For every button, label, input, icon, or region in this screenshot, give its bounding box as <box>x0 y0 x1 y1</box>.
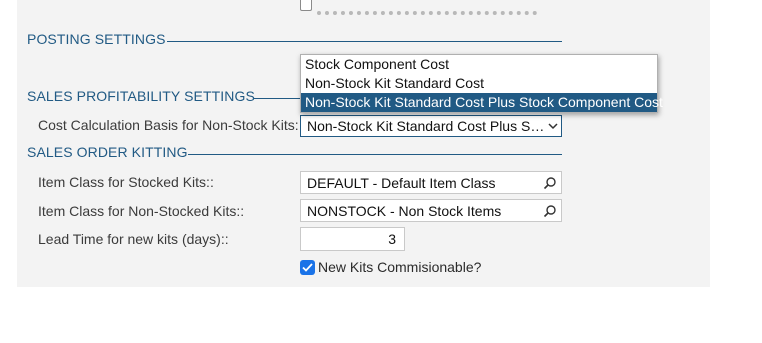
section-divider-posting <box>167 41 562 42</box>
dropdown-option-selected[interactable]: Non-Stock Kit Standard Cost Plus Stock C… <box>301 93 663 112</box>
chevron-down-icon[interactable] <box>545 122 561 130</box>
section-header-sales-profitability: SALES PROFITABILITY SETTINGS <box>27 88 255 104</box>
lead-time-value: 3 <box>388 231 396 247</box>
commissionable-checkbox[interactable] <box>300 260 315 275</box>
cropped-checkbox[interactable] <box>300 0 312 11</box>
section-divider-sales-order-kitting <box>188 154 562 155</box>
section-header-posting: POSTING SETTINGS <box>27 31 166 47</box>
item-class-nonstocked-value: NONSTOCK - Non Stock Items <box>307 202 502 219</box>
checkmark-icon <box>302 263 313 272</box>
section-divider-sales-profitability <box>254 98 302 99</box>
cropped-checkbox-label <box>317 6 537 15</box>
dropdown-option[interactable]: Stock Component Cost <box>301 55 657 74</box>
item-class-stocked-value: DEFAULT - Default Item Class <box>307 174 496 191</box>
item-class-nonstocked-label: Item Class for Non-Stocked Kits:: <box>38 203 245 219</box>
cost-calc-value: Non-Stock Kit Standard Cost Plus St… <box>307 118 545 134</box>
search-icon[interactable] <box>539 176 561 190</box>
lead-time-label: Lead Time for new kits (days):: <box>38 231 229 247</box>
cost-calc-dropdown-list[interactable]: Stock Component Cost Non-Stock Kit Stand… <box>300 54 663 113</box>
item-class-nonstocked-field[interactable]: NONSTOCK - Non Stock Items <box>300 199 562 222</box>
cost-calc-label: Cost Calculation Basis for Non-Stock Kit… <box>38 117 299 133</box>
commissionable-label: New Kits Commisionable? <box>318 259 482 275</box>
item-class-stocked-field[interactable]: DEFAULT - Default Item Class <box>300 171 562 194</box>
cost-calc-select[interactable]: Non-Stock Kit Standard Cost Plus St… <box>300 115 562 137</box>
dropdown-option[interactable]: Non-Stock Kit Standard Cost <box>301 74 657 93</box>
lead-time-input[interactable]: 3 <box>300 227 405 251</box>
search-icon[interactable] <box>539 204 561 218</box>
item-class-stocked-label: Item Class for Stocked Kits:: <box>38 174 214 190</box>
section-header-sales-order-kitting: SALES ORDER KITTING <box>27 144 188 160</box>
